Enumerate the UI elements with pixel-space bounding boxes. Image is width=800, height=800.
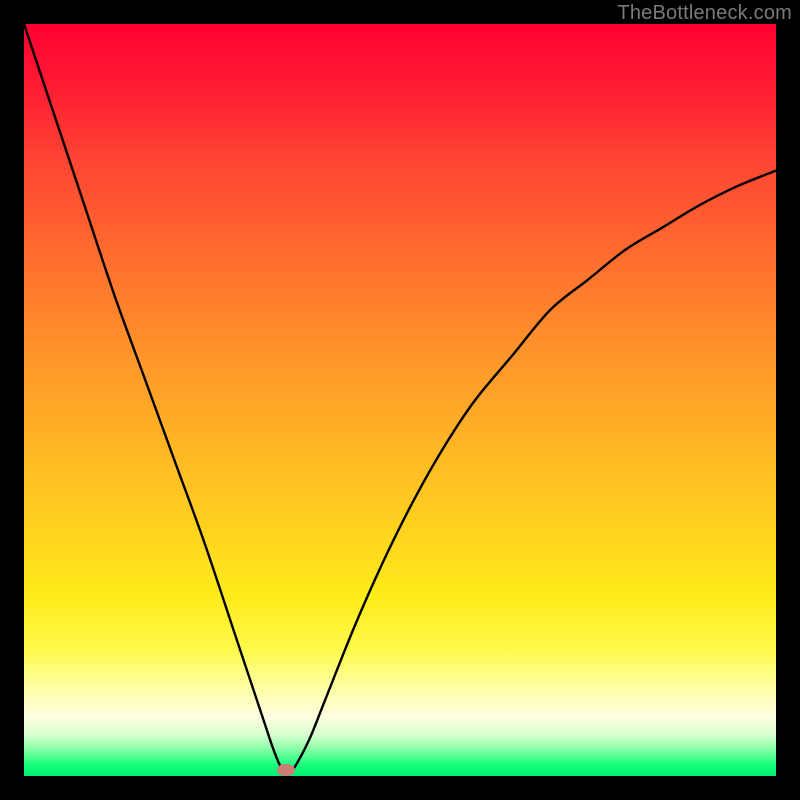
bottleneck-curve (24, 24, 776, 776)
watermark-text: TheBottleneck.com (617, 2, 792, 25)
bottleneck-marker (277, 764, 295, 776)
